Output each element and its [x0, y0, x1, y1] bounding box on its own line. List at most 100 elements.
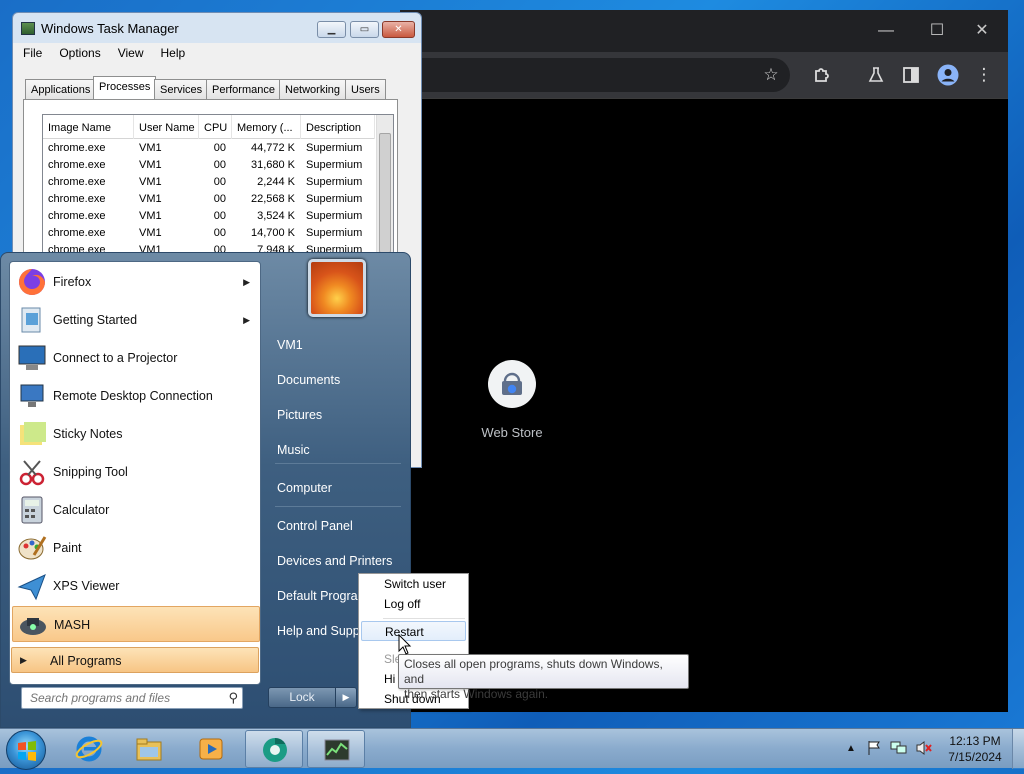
program-item-snipping-tool[interactable]: Snipping Tool	[12, 454, 260, 490]
cell-image-name: chrome.exe	[48, 142, 106, 154]
scrollbar-thumb[interactable]	[379, 133, 391, 253]
start-link-music[interactable]: Music	[277, 440, 310, 460]
taskbar-chrome[interactable]	[245, 730, 303, 768]
search-box[interactable]: ⚲	[21, 687, 243, 709]
web-store-shortcut[interactable]: Web Store	[460, 360, 564, 440]
column-image-name[interactable]: Image Name	[43, 115, 134, 139]
task-manager-icon	[21, 22, 35, 35]
tab-networking[interactable]: Networking	[279, 79, 347, 99]
paint-icon	[16, 533, 48, 563]
close-icon[interactable]: ✕	[962, 18, 1002, 44]
profile-icon[interactable]	[935, 62, 961, 88]
program-item-paint[interactable]: Paint	[12, 530, 260, 566]
column-cpu[interactable]: CPU	[199, 115, 232, 139]
program-item-xps-viewer[interactable]: XPS Viewer	[12, 568, 260, 604]
start-link-devices-and-printers[interactable]: Devices and Printers	[277, 551, 392, 571]
system-clock[interactable]: 12:13 PM 7/15/2024	[940, 733, 1010, 765]
tab-performance[interactable]: Performance	[206, 79, 281, 99]
cell-image-name: chrome.exe	[48, 193, 106, 205]
process-row[interactable]: chrome.exe VM1 00 44,772 K Supermium	[43, 140, 375, 157]
windows-logo-icon	[18, 741, 36, 761]
cell-user-name: VM1	[139, 193, 162, 205]
xps-viewer-icon	[16, 571, 48, 601]
menu-item-switch-user[interactable]: Switch user	[361, 574, 466, 594]
show-desktop-button[interactable]	[1012, 729, 1024, 769]
internet-explorer-icon	[75, 736, 103, 762]
column-memory[interactable]: Memory (...	[232, 115, 301, 139]
cell-description: Supermium	[306, 193, 363, 205]
taskbar-internet-explorer[interactable]	[60, 730, 118, 768]
tab-processes[interactable]: Processes	[93, 76, 157, 100]
maximize-icon[interactable]: ☐	[917, 18, 957, 44]
address-bar[interactable]	[400, 58, 790, 92]
maximize-button[interactable]: ▭	[350, 21, 379, 38]
show-hidden-icons-icon[interactable]: ▲	[846, 743, 856, 754]
start-link-documents[interactable]: Documents	[277, 370, 340, 390]
program-label: Remote Desktop Connection	[53, 389, 213, 403]
program-label: Getting Started	[53, 313, 138, 327]
taskbar-explorer[interactable]	[120, 730, 178, 768]
labs-icon[interactable]	[863, 62, 889, 88]
process-row[interactable]: chrome.exe VM1 00 14,700 K Supermium	[43, 225, 375, 242]
clock-time: 12:13 PM	[949, 734, 1001, 748]
submenu-arrow-icon[interactable]: ▶	[243, 264, 250, 300]
close-button[interactable]: ✕	[382, 21, 415, 38]
program-item-mash[interactable]: MASH	[12, 606, 260, 642]
cell-memory: 22,568 K	[250, 193, 295, 205]
minimize-icon[interactable]: —	[866, 18, 906, 44]
start-button[interactable]	[6, 730, 46, 770]
process-row[interactable]: chrome.exe VM1 00 2,244 K Supermium	[43, 174, 375, 191]
extensions-icon[interactable]	[809, 62, 835, 88]
menu-icon[interactable]: ⋮	[971, 62, 997, 88]
process-row[interactable]: chrome.exe VM1 00 22,568 K Supermium	[43, 191, 375, 208]
power-options-arrow[interactable]: ▶	[335, 687, 357, 708]
star-icon[interactable]: ☆	[758, 62, 784, 88]
program-label: Sticky Notes	[53, 427, 123, 441]
menu-help[interactable]: Help	[151, 43, 193, 60]
submenu-arrow-icon[interactable]: ▶	[243, 302, 250, 338]
program-item-remote-desktop-connection[interactable]: Remote Desktop Connection	[12, 378, 260, 414]
start-link-vm1[interactable]: VM1	[277, 335, 303, 355]
tab-users[interactable]: Users	[345, 79, 386, 99]
action-center-flag-icon[interactable]	[866, 740, 882, 756]
process-row[interactable]: chrome.exe VM1 00 31,680 K Supermium	[43, 157, 375, 174]
menu-item-restart[interactable]: Restart	[361, 621, 466, 641]
network-icon[interactable]	[890, 740, 908, 756]
program-item-calculator[interactable]: Calculator	[12, 492, 260, 528]
program-item-firefox[interactable]: Firefox ▶	[12, 264, 260, 300]
program-item-getting-started[interactable]: Getting Started ▶	[12, 302, 260, 338]
menu-options[interactable]: Options	[49, 43, 107, 60]
remote-desktop-icon	[16, 381, 48, 411]
start-link-control-panel[interactable]: Control Panel	[277, 516, 353, 536]
process-row[interactable]: chrome.exe VM1 00 3,524 K Supermium	[43, 208, 375, 225]
program-label: Firefox	[53, 275, 92, 289]
start-menu-programs-pane: Firefox ▶ Getting Started ▶ Connect to a Pro…	[9, 261, 261, 685]
search-input[interactable]	[24, 689, 220, 707]
menu-item-log-off[interactable]: Log off	[361, 594, 466, 614]
start-link-pictures[interactable]: Pictures	[277, 405, 322, 425]
program-item-sticky-notes[interactable]: Sticky Notes	[12, 416, 260, 452]
column-user-name[interactable]: User Name	[134, 115, 199, 139]
taskbar-media-player[interactable]	[182, 730, 240, 768]
menu-file[interactable]: File	[13, 43, 49, 60]
program-item-connect-to-a-projector[interactable]: Connect to a Projector	[12, 340, 260, 376]
minimize-button[interactable]: ▁	[317, 21, 346, 38]
side-panel-icon[interactable]	[898, 62, 924, 88]
lock-button[interactable]: Lock	[268, 687, 336, 708]
cell-description: Supermium	[306, 142, 363, 154]
cell-memory: 14,700 K	[250, 227, 295, 239]
menu-view[interactable]: View	[108, 43, 151, 60]
cell-memory: 2,244 K	[257, 176, 295, 188]
taskbar-task-manager[interactable]	[307, 730, 365, 768]
tab-services[interactable]: Services	[154, 79, 209, 99]
program-label: MASH	[54, 618, 91, 632]
volume-muted-icon[interactable]	[915, 740, 933, 756]
cell-image-name: chrome.exe	[48, 227, 106, 239]
start-link-computer[interactable]: Computer	[277, 478, 332, 498]
search-icon[interactable]: ⚲	[228, 690, 238, 706]
tab-applications[interactable]: Applications	[25, 79, 97, 99]
user-picture[interactable]	[308, 259, 366, 317]
column-description[interactable]: Description	[301, 115, 375, 139]
start-menu: Firefox ▶ Getting Started ▶ Connect to a Pro…	[0, 252, 411, 728]
all-programs-button[interactable]: ▶ All Programs	[11, 647, 259, 673]
